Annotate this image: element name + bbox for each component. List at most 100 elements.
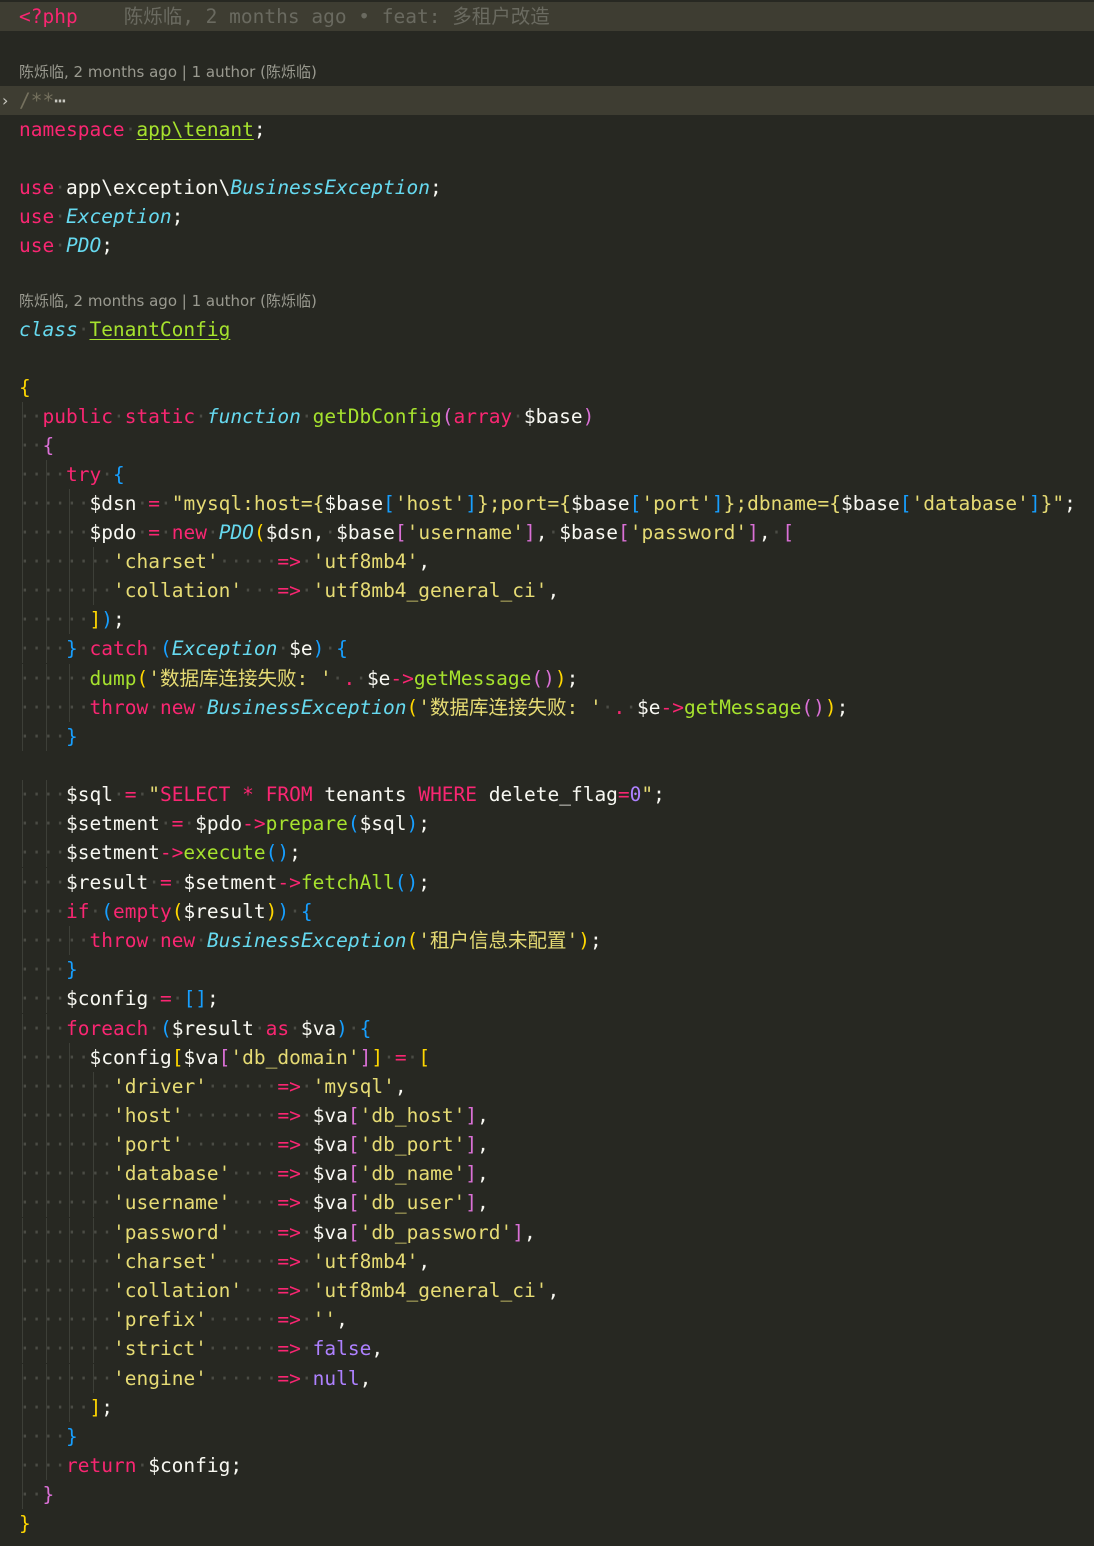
code-line[interactable]: ]); ······: [0, 605, 1094, 634]
code-line[interactable]: if·(empty($result))·{····: [0, 897, 1094, 926]
code-line[interactable]: 'username'····=>·$va['db_user'], ········: [0, 1188, 1094, 1217]
code-line[interactable]: 'host'········=>·$va['db_host'], ········: [0, 1101, 1094, 1130]
indent-guide: [45, 984, 47, 1013]
code-line[interactable]: 'database'····=>·$va['db_name'], ········: [0, 1159, 1094, 1188]
git-codelens-file[interactable]: 陈烁临, 2 months ago | 1 author (陈烁临): [19, 61, 317, 83]
code-editor[interactable]: <?php 陈烁临, 2 months ago • feat: 多租户改造 陈烁临…: [0, 0, 1094, 1546]
code-line[interactable]: 'engine'······=>·null, ········: [0, 1364, 1094, 1393]
indent-guide: [22, 1305, 23, 1334]
folded-comment: /**: [19, 89, 55, 112]
code-line[interactable]: } ····: [0, 955, 1094, 984]
indent-guide: [45, 897, 47, 926]
code-line[interactable]: dump('数据库连接失败: '·.·$e->getMessage()); ···…: [0, 664, 1094, 693]
inline-blame-annotation[interactable]: 陈烁临, 2 months ago • feat: 多租户改造: [124, 5, 550, 28]
indent-guide: [22, 926, 23, 955]
folded-comment-line[interactable]: › /**⋯: [0, 86, 1094, 115]
code-line[interactable]: 'collation'···=>·'utf8mb4_general_ci', ··…: [0, 1276, 1094, 1305]
indent-guide: [45, 1014, 47, 1043]
code-line[interactable]: 'charset'·····=>·'utf8mb4', ········: [0, 547, 1094, 576]
indent-guide: [69, 1364, 70, 1393]
code-text: }: [66, 1425, 78, 1448]
indent-whitespace: ····: [19, 1425, 66, 1448]
indent-guide: [22, 1072, 23, 1101]
indent-guide: [45, 1334, 47, 1363]
indent-guide: [69, 576, 70, 605]
indent-whitespace: ····: [19, 463, 66, 486]
code-line[interactable]: $setment·=·$pdo->prepare($sql); ····: [0, 809, 1094, 838]
code-line[interactable]: }: [0, 1509, 1094, 1538]
code-line[interactable]: } ····: [0, 722, 1094, 751]
code-text: 'driver'······=>·'mysql',: [113, 1075, 407, 1098]
code-line[interactable]: 'driver'······=>·'mysql', ········: [0, 1072, 1094, 1101]
code-line[interactable]: 'prefix'······=>·'', ········: [0, 1305, 1094, 1334]
code-line[interactable]: {··: [0, 431, 1094, 460]
indent-whitespace: ········: [19, 1337, 113, 1360]
code-text: 'collation'···=>·'utf8mb4_general_ci',: [113, 579, 560, 602]
code-text: }: [42, 1483, 55, 1506]
code-line[interactable]: use·PDO;: [0, 231, 1094, 260]
code-line[interactable]: $setment->execute(); ····: [0, 838, 1094, 867]
fold-ellipsis-icon[interactable]: ⋯: [54, 89, 66, 112]
chevron-right-icon[interactable]: ›: [2, 86, 14, 115]
code-text: 'host'········=>·$va['db_host'],: [113, 1104, 489, 1127]
indent-guide: [92, 1218, 94, 1247]
git-codelens-class[interactable]: 陈烁临, 2 months ago | 1 author (陈烁临): [19, 290, 317, 312]
code-line[interactable]: 'port'········=>·$va['db_port'], ········: [0, 1130, 1094, 1159]
code-line[interactable]: throw·new·BusinessException('租户信息未配置'); ·…: [0, 926, 1094, 955]
code-line[interactable]: 'charset'·····=>·'utf8mb4', ········: [0, 1247, 1094, 1276]
indent-guide: [22, 1014, 23, 1043]
indent-guide: [45, 1159, 47, 1188]
indent-guide: [22, 1364, 23, 1393]
indent-guide: [69, 1305, 70, 1334]
code-line[interactable]: try·{····: [0, 460, 1094, 489]
indent-whitespace: ······: [19, 696, 90, 719]
code-line[interactable]: $sql·=·"SELECT * FROM tenants WHERE dele…: [0, 780, 1094, 809]
code-line[interactable]: public·static·function·getDbConfig(array…: [0, 402, 1094, 431]
indent-whitespace: ········: [19, 1133, 113, 1156]
indent-guide: [45, 1188, 47, 1217]
code-line[interactable]: }·catch·(Exception·$e)·{····: [0, 634, 1094, 663]
code-text: throw·new·BusinessException('数据库连接失败: '·…: [89, 696, 849, 719]
code-line[interactable]: $pdo·=·new·PDO($dsn,·$base['username'],·…: [0, 518, 1094, 547]
code-line[interactable]: $dsn·=·"mysql:host={$base['host']};port=…: [0, 489, 1094, 518]
indent-guide: [22, 1218, 23, 1247]
indent-guide: [69, 1247, 70, 1276]
indent-guide: [69, 1130, 70, 1159]
code-line[interactable]: <?php 陈烁临, 2 months ago • feat: 多租户改造: [0, 2, 1094, 31]
code-text: }·catch·(Exception·$e)·{: [66, 637, 348, 660]
code-line[interactable]: $result·=·$setment->fetchAll(); ····: [0, 868, 1094, 897]
indent-guide: [69, 1393, 70, 1422]
code-line[interactable]: return·$config; ····: [0, 1451, 1094, 1480]
code-line[interactable]: ]; ······: [0, 1393, 1094, 1422]
indent-guide: [22, 984, 23, 1013]
code-line[interactable]: foreach·($result·as·$va)·{····: [0, 1014, 1094, 1043]
code-line[interactable]: $config·=·[]; ····: [0, 984, 1094, 1013]
code-line[interactable]: } ····: [0, 1422, 1094, 1451]
indent-guide: [92, 1188, 94, 1217]
indent-guide: [92, 1159, 94, 1188]
code-line[interactable]: 'collation'···=>·'utf8mb4_general_ci', ··…: [0, 576, 1094, 605]
indent-guide: [45, 1451, 47, 1480]
indent-guide: [45, 1247, 47, 1276]
indent-guide: [92, 547, 94, 576]
code-line[interactable]: 'strict'······=>·false, ········: [0, 1334, 1094, 1363]
indent-guide: [69, 693, 70, 722]
code-line[interactable]: 'password'····=>·$va['db_password'], ····…: [0, 1218, 1094, 1247]
code-line[interactable]: throw·new·BusinessException('数据库连接失败: '·…: [0, 693, 1094, 722]
indent-guide: [22, 664, 23, 693]
code-line[interactable]: use·app\exception\BusinessException;: [0, 173, 1094, 202]
code-line[interactable]: use·Exception;: [0, 202, 1094, 231]
indent-guide: [22, 1393, 23, 1422]
code-line[interactable]: namespace·app\tenant;: [0, 115, 1094, 144]
indent-whitespace: ······: [19, 1396, 90, 1419]
code-line[interactable]: } ··: [0, 1480, 1094, 1509]
code-line[interactable]: $config[$va['db_domain']]·=·[······: [0, 1043, 1094, 1072]
code-text: $setment->execute();: [66, 841, 301, 864]
code-line[interactable]: class·TenantConfig: [0, 315, 1094, 344]
indent-guide: [92, 1101, 94, 1130]
indent-whitespace: ········: [19, 1279, 113, 1302]
indent-guide: [45, 1101, 47, 1130]
indent-guide: [69, 1101, 70, 1130]
indent-whitespace: ········: [19, 550, 113, 573]
code-line[interactable]: {: [0, 373, 1094, 402]
